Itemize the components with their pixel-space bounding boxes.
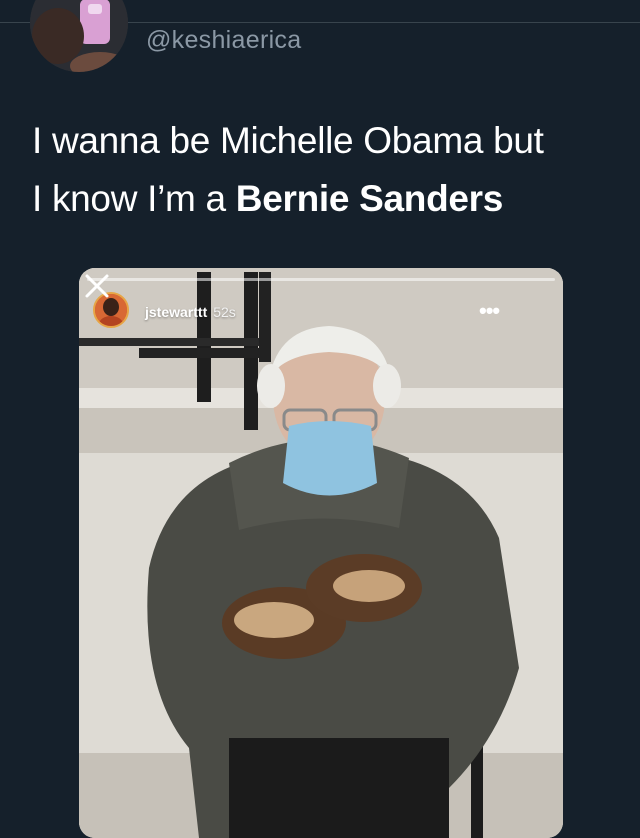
tweet-text-line-1: I wanna be Michelle Obama but (32, 120, 544, 161)
tweet-media-image[interactable]: jstewarttt 52s ••• (79, 268, 563, 838)
tweet-text-bold: Bernie Sanders (235, 178, 504, 219)
story-username[interactable]: jstewarttt 52s (145, 304, 236, 320)
tweet-author-handle[interactable]: @keshiaerica (146, 26, 301, 55)
story-username-label: jstewarttt (145, 304, 208, 320)
ellipsis-icon[interactable]: ••• (479, 298, 500, 324)
profile-avatar[interactable] (30, 0, 128, 72)
close-icon[interactable] (79, 268, 115, 304)
tweet-text-line-2: I know I’m a Bernie Sanders (32, 170, 622, 228)
story-timestamp: 52s (213, 304, 236, 320)
tweet-text: I wanna be Michelle Obama but I know I’m… (32, 112, 622, 228)
story-photo (79, 268, 563, 838)
tweet-text-prefix: I know I’m a (32, 178, 236, 219)
story-progress-bar (87, 278, 555, 281)
avatar-image (30, 0, 128, 72)
